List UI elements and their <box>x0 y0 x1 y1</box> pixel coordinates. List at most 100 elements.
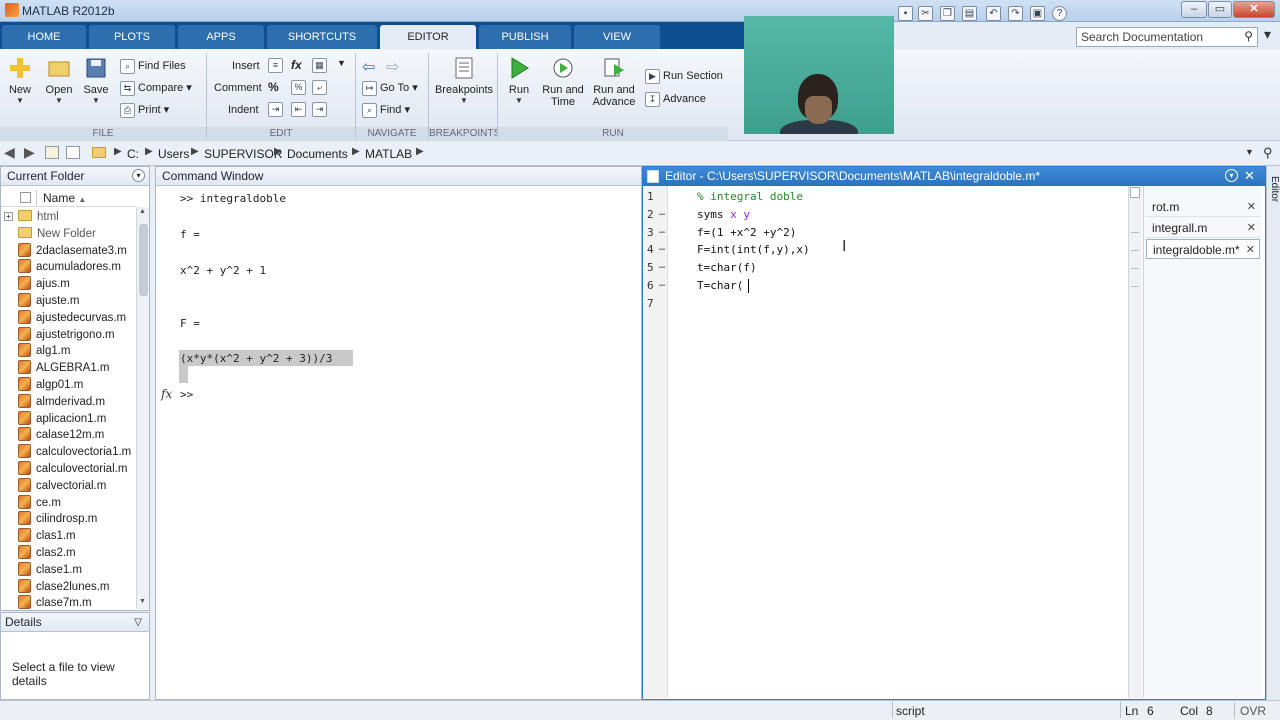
tab-editor[interactable]: EDITOR <box>380 25 476 49</box>
filter-icon[interactable]: ▾ <box>1264 26 1271 43</box>
comment-percent-icon[interactable]: % <box>268 80 279 94</box>
expand-icon[interactable]: + <box>4 212 13 221</box>
tab-view[interactable]: VIEW <box>574 25 660 49</box>
file-item[interactable]: calculovectorial.m <box>18 461 127 478</box>
breakpoint-marker[interactable]: – <box>659 279 665 291</box>
file-item[interactable]: ajustedecurvas.m <box>18 309 126 327</box>
forward-arrow-icon[interactable]: ⇨ <box>386 57 399 77</box>
wrap-comments-icon[interactable]: ⤶ <box>312 80 330 96</box>
run-button[interactable]: Run ▼ <box>504 56 534 105</box>
breakpoint-marker[interactable]: – <box>659 226 665 238</box>
close-tab-icon[interactable]: ✕ <box>1247 197 1256 217</box>
file-item[interactable]: ajustetrigono.m <box>18 326 115 344</box>
file-item[interactable]: cilindrosp.m <box>18 511 97 528</box>
function-browser-icon[interactable]: fx <box>161 387 172 401</box>
output-line-selected[interactable]: (x*y*(x^2 + y^2 + 3))/3 <box>180 352 332 365</box>
file-item[interactable]: calculovectoria1.m <box>18 444 131 461</box>
switch-windows-icon[interactable]: ▣ <box>1030 6 1045 21</box>
insert-section-icon[interactable]: ≡ <box>268 58 286 74</box>
forward-icon[interactable]: ▶ <box>24 144 35 161</box>
breadcrumb-documents[interactable]: Documents <box>287 147 348 161</box>
decrease-indent-icon[interactable]: ⇤ <box>291 102 309 118</box>
print-button[interactable]: ⎙ Print ▾ <box>120 101 169 119</box>
file-item[interactable]: ALGEBRA1.m <box>18 360 110 377</box>
folder-item[interactable]: New Folder <box>18 226 96 243</box>
maximize-button[interactable]: ▭ <box>1208 1 1232 18</box>
close-tab-icon[interactable]: ✕ <box>1247 218 1256 238</box>
close-tab-icon[interactable]: ✕ <box>1246 240 1255 260</box>
collapse-icon[interactable]: ▽ <box>134 613 142 632</box>
address-dropdown-icon[interactable]: ▼ <box>1245 147 1254 157</box>
browse-folder-icon[interactable] <box>66 146 80 159</box>
save-icon[interactable]: ▪ <box>898 6 913 21</box>
file-item[interactable]: clase1.m <box>18 561 82 579</box>
redo-icon[interactable]: ↷ <box>1008 6 1023 21</box>
command-window[interactable]: Command Window <box>155 166 642 700</box>
split-icon[interactable] <box>1130 187 1140 198</box>
run-and-advance-button[interactable]: Run and Advance <box>592 56 636 108</box>
code-line[interactable]: t=char(f) <box>697 261 757 274</box>
tab-apps[interactable]: APPS <box>178 25 264 49</box>
run-section-button[interactable]: ▶ Run Section <box>645 67 723 85</box>
insert-table-icon[interactable]: ▦ <box>312 58 330 74</box>
paste-icon[interactable]: ▤ <box>962 6 977 21</box>
uncomment-icon[interactable]: % <box>291 80 309 96</box>
new-button[interactable]: New ▼ <box>6 56 34 105</box>
breakpoint-marker[interactable]: – <box>659 208 665 220</box>
file-tab-integraldoble[interactable]: integraldoble.m* ✕ <box>1146 239 1260 259</box>
file-item[interactable]: clase2lunes.m <box>18 578 110 596</box>
advance-button[interactable]: ↧ Advance <box>645 90 706 108</box>
breadcrumb-drive[interactable]: C: <box>127 147 139 161</box>
file-item[interactable]: ajus.m <box>18 276 70 293</box>
back-icon[interactable]: ◀ <box>4 144 15 161</box>
address-search-icon[interactable]: ⚲ <box>1263 145 1273 161</box>
indent-button[interactable]: Indent <box>228 101 259 119</box>
search-documentation-input[interactable]: Search Documentation ⚲ <box>1076 27 1258 47</box>
search-icon[interactable]: ⚲ <box>1244 29 1253 43</box>
file-item[interactable]: alg1.m <box>18 343 71 360</box>
scroll-down-icon[interactable]: ▼ <box>139 598 146 605</box>
file-item[interactable]: algp01.m <box>18 377 83 394</box>
file-item[interactable]: clas2.m <box>18 545 76 562</box>
line-number[interactable]: 1 <box>647 190 654 203</box>
line-number[interactable]: 6 <box>647 279 654 292</box>
breakpoint-marker[interactable]: – <box>659 243 665 255</box>
panel-actions-icon[interactable]: ▾ <box>132 169 145 182</box>
scroll-up-icon[interactable]: ▲ <box>139 208 146 215</box>
compare-button[interactable]: ⇆ Compare ▾ <box>120 79 192 97</box>
editor-actions-icon[interactable]: ▾ <box>1225 169 1238 182</box>
help-icon[interactable]: ? <box>1052 6 1067 21</box>
close-editor-icon[interactable]: ✕ <box>1244 168 1255 184</box>
tab-publish[interactable]: PUBLISH <box>479 25 571 49</box>
copy-icon[interactable]: ❐ <box>940 6 955 21</box>
file-item[interactable]: ce.m <box>18 494 61 512</box>
file-item[interactable]: almderivad.m <box>18 393 105 411</box>
find-button[interactable]: ⌕ Find ▾ <box>362 101 410 119</box>
file-tab-integrall[interactable]: integrall.m ✕ <box>1146 218 1260 238</box>
line-number[interactable]: 5 <box>647 261 654 274</box>
editor-side-label[interactable]: Editor <box>1266 176 1280 202</box>
code-line[interactable]: syms x y <box>697 208 750 221</box>
insert-function-icon[interactable]: fx <box>291 58 302 72</box>
file-tab-rot[interactable]: rot.m ✕ <box>1146 197 1260 217</box>
back-arrow-icon[interactable]: ⇦ <box>362 57 375 77</box>
file-item[interactable]: clas1.m <box>18 528 76 545</box>
comment-button[interactable]: Comment <box>214 79 262 97</box>
breadcrumb-users[interactable]: Users <box>158 147 189 161</box>
file-item[interactable]: acumuladores.m <box>18 259 121 276</box>
line-number[interactable]: 2 <box>647 208 654 221</box>
save-button[interactable]: Save ▼ <box>82 56 110 105</box>
file-item[interactable]: calvectorial.m <box>18 477 106 495</box>
smart-indent-icon[interactable]: ⇥ <box>268 102 286 118</box>
select-checkbox[interactable] <box>20 192 31 203</box>
minimize-button[interactable]: ‒ <box>1181 1 1207 18</box>
cut-icon[interactable]: ✂ <box>918 6 933 21</box>
insert-button[interactable]: Insert <box>232 57 260 75</box>
go-to-button[interactable]: ↦ Go To ▾ <box>362 79 418 97</box>
breakpoint-marker[interactable]: – <box>659 261 665 273</box>
name-column-header[interactable]: Name ▲ <box>43 191 86 205</box>
insert-dropdown-icon[interactable]: ▼ <box>337 58 346 68</box>
close-window-button[interactable]: ✕ <box>1233 1 1275 18</box>
folder-scrollbar[interactable] <box>136 207 149 609</box>
details-header[interactable]: Details ▽ <box>1 613 149 632</box>
